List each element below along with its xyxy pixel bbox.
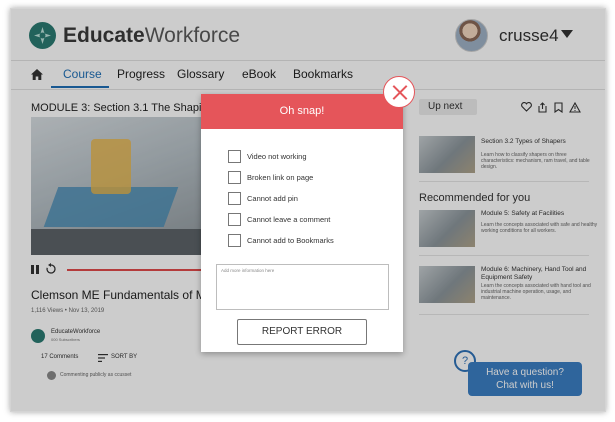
app-window: EducateWorkforce crusse4 Course Progress… (10, 8, 606, 412)
close-icon[interactable] (383, 76, 415, 108)
option-label: Cannot leave a comment (247, 215, 331, 224)
checkbox[interactable] (228, 192, 241, 205)
checkbox[interactable] (228, 150, 241, 163)
checkbox[interactable] (228, 171, 241, 184)
checkbox[interactable] (228, 234, 241, 247)
option-label: Cannot add to Bookmarks (247, 236, 334, 245)
report-error-modal: Oh snap! Video not working Broken link o… (201, 94, 403, 352)
modal-title: Oh snap! (201, 94, 403, 129)
checkbox[interactable] (228, 213, 241, 226)
option-label: Video not working (247, 152, 307, 161)
report-error-button[interactable]: REPORT ERROR (237, 319, 367, 345)
option-label: Cannot add pin (247, 194, 298, 203)
more-info-field[interactable] (216, 264, 389, 310)
option-label: Broken link on page (247, 173, 314, 182)
